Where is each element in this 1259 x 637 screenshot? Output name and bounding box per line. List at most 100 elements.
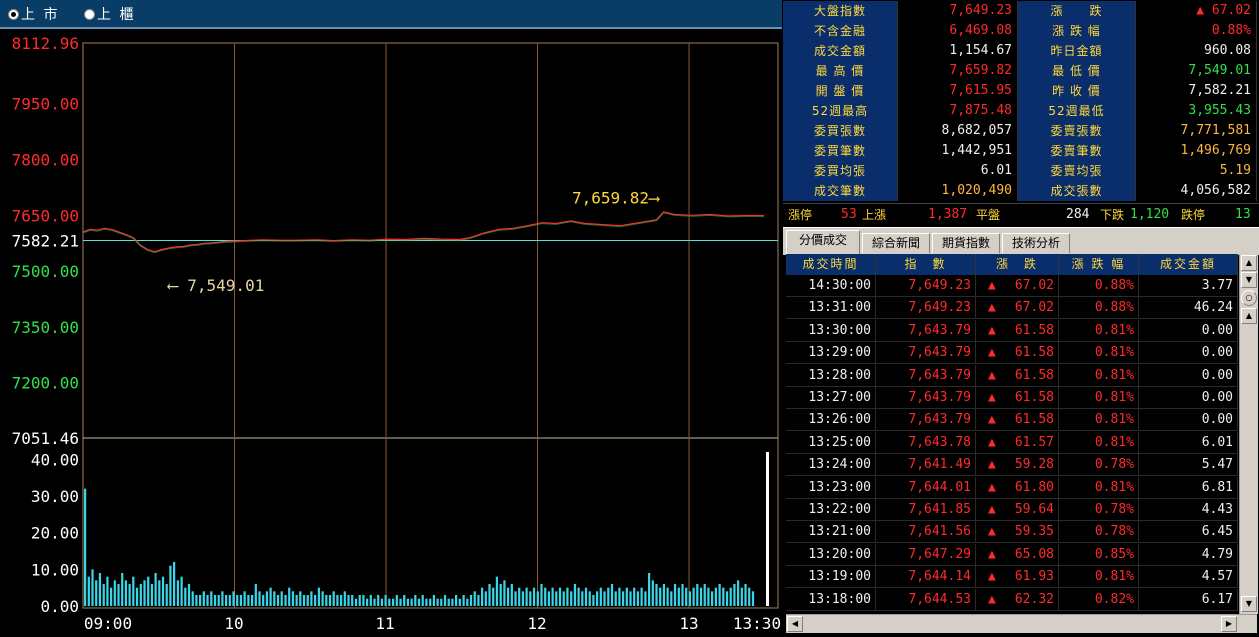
cell-change: ▲ 62.32 — [976, 588, 1059, 611]
scroll-step-down-icon[interactable]: ▲ — [1241, 308, 1257, 324]
table-row[interactable]: 13:31:00 7,649.23 ▲ 67.02 0.88% 46.24 — [786, 297, 1238, 320]
cell-amount: 0.00 — [1139, 319, 1238, 342]
table-row[interactable]: 14:30:00 7,649.23 ▲ 67.02 0.88% 3.77 — [786, 275, 1238, 297]
scroll-left-icon[interactable]: ◀ — [787, 616, 803, 632]
up-arrow-icon: ▲ — [988, 569, 996, 585]
scroll-step-up-icon[interactable]: ▼ — [1241, 272, 1257, 288]
volume-bar — [499, 584, 502, 606]
volume-bar — [436, 598, 439, 606]
info-value: ▲ 67.02 — [1136, 1, 1257, 21]
cell-change-pct: 0.85% — [1059, 543, 1139, 566]
table-row[interactable]: 13:18:00 7,644.53 ▲ 62.32 0.82% 6.17 — [786, 588, 1238, 611]
volume-bar — [351, 595, 354, 606]
table-row[interactable]: 13:20:00 7,647.29 ▲ 65.08 0.85% 4.79 — [786, 543, 1238, 566]
volume-bar — [577, 587, 580, 606]
cell-time: 13:25:00 — [786, 431, 876, 454]
tab-technical-analysis[interactable]: 技術分析 — [1002, 233, 1070, 253]
up-arrow-icon: ▲ — [988, 434, 996, 450]
cell-change: ▲ 65.08 — [976, 543, 1059, 566]
table-row[interactable]: 13:28:00 7,643.79 ▲ 61.58 0.81% 0.00 — [786, 364, 1238, 387]
table-row[interactable]: 13:19:00 7,644.14 ▲ 61.93 0.81% 4.57 — [786, 566, 1238, 589]
volume-bar — [169, 565, 172, 606]
scroll-thumb-icon[interactable]: ○ — [1241, 290, 1257, 306]
info-row: 開 盤 價 7,615.95 昨 收 價 7,582.21 — [783, 81, 1259, 101]
table-row[interactable]: 13:27:00 7,643.79 ▲ 61.58 0.81% 0.00 — [786, 387, 1238, 409]
volume-bar — [532, 587, 536, 606]
volume-bar — [280, 591, 283, 606]
table-header: 成交時間 指 數 漲 跌 漲 跌 幅 成交金額 — [786, 254, 1238, 275]
volume-bar — [232, 591, 235, 606]
volume-bar — [180, 576, 183, 606]
cell-time: 13:29:00 — [786, 342, 876, 365]
volume-bar — [443, 595, 447, 606]
tab-news[interactable]: 綜合新聞 — [862, 233, 930, 253]
volume-bar — [302, 595, 306, 606]
table-row[interactable]: 13:24:00 7,641.49 ▲ 59.28 0.78% 5.47 — [786, 454, 1238, 477]
price-tick-label: 7350.00 — [12, 318, 79, 337]
cell-time: 13:24:00 — [786, 454, 876, 477]
cell-index: 7,641.56 — [876, 521, 976, 544]
volume-bar — [681, 584, 684, 606]
info-label: 52週最低 — [1018, 101, 1136, 121]
column-header-index: 指 數 — [876, 254, 976, 275]
volume-bar — [117, 584, 120, 606]
volume-bar — [354, 598, 358, 606]
volume-bar — [477, 595, 480, 606]
volume-bar — [451, 598, 454, 606]
scroll-down-icon[interactable]: ▼ — [1241, 596, 1257, 612]
volume-bar — [733, 584, 736, 606]
change-value: 59.64 — [1014, 502, 1054, 517]
volume-bar — [176, 580, 180, 606]
radio-otc[interactable]: 上 櫃 — [84, 5, 135, 23]
info-row: 大盤指數 7,649.23 漲 跌 ▲ 67.02 — [783, 1, 1259, 21]
cell-time: 13:31:00 — [786, 297, 876, 320]
column-header-change-pct: 漲 跌 幅 — [1059, 254, 1139, 275]
volume-bar — [321, 591, 324, 606]
volume-bar — [98, 573, 102, 606]
horizontal-scrollbar[interactable]: ◀ ▶ — [786, 614, 1257, 633]
volume-bar — [510, 584, 513, 606]
radio-listed[interactable]: 上 市 — [8, 5, 59, 23]
volume-bar — [410, 598, 413, 606]
volume-bar — [462, 595, 465, 606]
volume-bar — [673, 584, 677, 606]
scroll-up-icon[interactable]: ▲ — [1241, 255, 1257, 271]
table-row[interactable]: 13:29:00 7,643.79 ▲ 61.58 0.81% 0.00 — [786, 342, 1238, 365]
scroll-right-icon[interactable]: ▶ — [1221, 616, 1237, 632]
cell-change-pct: 0.81% — [1059, 387, 1139, 409]
volume-bar — [625, 587, 628, 606]
volume-bar — [206, 595, 209, 606]
volume-bar — [362, 595, 365, 606]
volume-bar — [570, 591, 573, 606]
time-tick-label: 13:30 — [733, 614, 781, 633]
vertical-scrollbar[interactable]: ▲ ▼ ○ ▲ ▼ — [1239, 254, 1258, 614]
volume-bar — [703, 584, 706, 606]
volume-bar — [373, 598, 376, 606]
volume-bar — [347, 595, 350, 606]
volume-bar — [599, 587, 602, 606]
volume-bar — [466, 598, 469, 606]
volume-bar — [610, 584, 614, 606]
cell-index: 7,641.49 — [876, 454, 976, 477]
info-row: 不含金融 6,469.08 漲 跌 幅 0.88% — [783, 21, 1259, 41]
cell-index: 7,647.29 — [876, 543, 976, 566]
table-row[interactable]: 13:30:00 7,643.79 ▲ 61.58 0.81% 0.00 — [786, 319, 1238, 342]
table-row[interactable]: 13:23:00 7,644.01 ▲ 61.80 0.81% 6.81 — [786, 476, 1238, 499]
volume-bar — [210, 591, 213, 606]
cell-time: 13:26:00 — [786, 409, 876, 432]
cell-time: 13:22:00 — [786, 499, 876, 521]
volume-bar — [265, 591, 269, 606]
table-row[interactable]: 13:22:00 7,641.85 ▲ 59.64 0.78% 4.43 — [786, 499, 1238, 521]
radio-listed-label: 上 市 — [21, 7, 60, 23]
volume-bar — [380, 598, 384, 606]
tab-futures-index[interactable]: 期貨指數 — [932, 233, 1000, 253]
volume-bar — [744, 584, 747, 606]
table-row[interactable]: 13:21:00 7,641.56 ▲ 59.35 0.78% 6.45 — [786, 521, 1238, 544]
table-row[interactable]: 13:26:00 7,643.79 ▲ 61.58 0.81% 0.00 — [786, 409, 1238, 432]
price-line — [82, 211, 765, 253]
table-row[interactable]: 13:25:00 7,643.78 ▲ 61.57 0.81% 6.01 — [786, 431, 1238, 454]
change-value: 61.57 — [1014, 434, 1054, 450]
tab-price-trades[interactable]: 分價成交 — [786, 230, 860, 254]
intraday-chart[interactable]: 8112.96 7950.00 7800.00 7650.00 7582.21 7500.… — [0, 29, 782, 633]
volume-bar — [258, 591, 261, 606]
